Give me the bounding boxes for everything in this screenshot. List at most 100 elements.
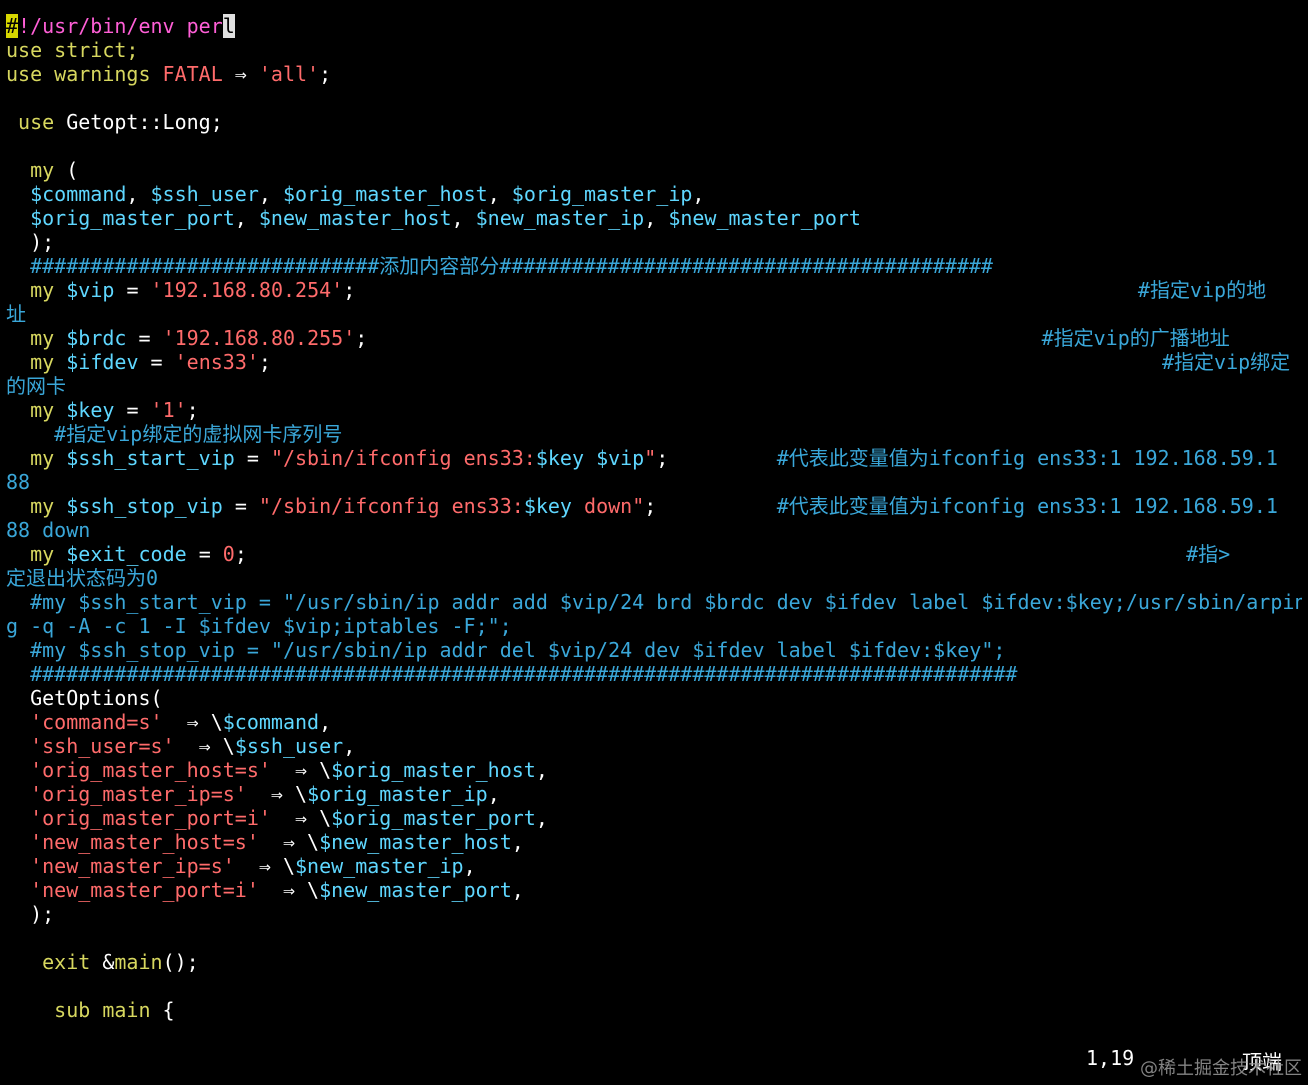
code-token: ;	[644, 494, 777, 518]
code-token: 'orig_master_host=s'	[30, 758, 271, 782]
code-token: ,	[692, 182, 705, 206]
code-token: ,	[511, 830, 524, 854]
code-line: use Getopt::Long;	[6, 110, 1302, 134]
code-line: my $ifdev = 'ens33'; #指定vip绑定	[6, 350, 1302, 374]
code-line: sub main {	[6, 998, 1302, 1022]
code-token: $command	[30, 182, 127, 206]
code-line: GetOptions(	[6, 686, 1302, 710]
code-token: ,	[487, 782, 500, 806]
code-token: 'orig_master_port=i'	[30, 806, 271, 830]
code-token: $vip	[596, 446, 645, 470]
code-line: my $vip = '192.168.80.254'; #指定vip的地	[6, 278, 1302, 302]
code-token: #!/usr/bin/env perl	[6, 14, 235, 38]
code-token: );	[6, 230, 55, 254]
code-token: $new_master_host	[258, 206, 452, 230]
code-token: #指定vip的广播地址	[1041, 326, 1230, 350]
code-token: 88	[6, 470, 31, 494]
code-token: #指定vip绑定的虚拟网卡序列号	[54, 422, 343, 446]
code-token: "/sbin/ifconfig ens33:	[258, 494, 524, 518]
code-token: ,	[644, 206, 669, 230]
code-token: =	[138, 350, 175, 374]
code-token: $brdc	[66, 326, 127, 350]
code-token: #############################添加内容部分#####…	[30, 254, 993, 278]
code-token: #代表此变量值为ifconfig ens33:1 192.168.59.1	[776, 446, 1278, 470]
code-token: Getopt::Long;	[54, 110, 223, 134]
code-token: my	[30, 158, 55, 182]
code-line: 88	[6, 470, 1302, 494]
code-token: main	[102, 998, 151, 1022]
code-token: $new_master_ip	[475, 206, 645, 230]
code-editor[interactable]: #!/usr/bin/env perl use strict; use warnin…	[6, 14, 1302, 1022]
code-token: =	[234, 446, 271, 470]
code-line: );	[6, 902, 1302, 926]
code-token: ,	[343, 734, 356, 758]
code-token: "/sbin/ifconfig ens33:	[270, 446, 536, 470]
code-line: 'orig_master_ip=s' ⇒ \$orig_master_ip,	[6, 782, 1302, 806]
code-token: $new_master_port	[319, 878, 512, 902]
code-token: my	[30, 542, 55, 566]
code-token: 'new_master_ip=s'	[30, 854, 235, 878]
code-token: ⇒ \	[246, 782, 308, 806]
code-token: $command	[222, 710, 320, 734]
code-token: {	[150, 998, 175, 1022]
code-token: $ssh_user	[150, 182, 259, 206]
code-token: ;	[343, 278, 1138, 302]
code-line: 'new_master_ip=s' ⇒ \$new_master_ip,	[6, 854, 1302, 878]
code-token: ,	[511, 878, 524, 902]
code-line: #my $ssh_start_vip = "/usr/sbin/ip addr …	[6, 590, 1302, 614]
code-token: 的网卡	[6, 374, 66, 398]
code-token: ⇒	[222, 62, 259, 86]
code-line: g -q -A -c 1 -I $ifdev $vip;iptables -F;…	[6, 614, 1302, 638]
code-token: #指定vip的地	[1137, 278, 1267, 302]
code-token: ,	[258, 182, 283, 206]
code-token: $ssh_stop_vip	[66, 494, 223, 518]
code-token: =	[126, 326, 163, 350]
code-token: $orig_master_host	[282, 182, 488, 206]
code-token: #my $ssh_start_vip = "/usr/sbin/ip addr …	[30, 590, 1302, 614]
code-token: my	[30, 398, 55, 422]
code-token: $exit_code	[66, 542, 187, 566]
cursor-position: 1,19	[1086, 1046, 1135, 1070]
code-token: ;	[186, 398, 199, 422]
code-token: sub	[54, 998, 91, 1022]
code-token: 'new_master_port=i'	[30, 878, 259, 902]
code-token: ⇒ \	[270, 806, 332, 830]
code-line: 'ssh_user=s' ⇒ \$ssh_user,	[6, 734, 1302, 758]
watermark: @稀土掘金技术社区	[1140, 1058, 1302, 1079]
code-line: 'orig_master_port=i' ⇒ \$orig_master_por…	[6, 806, 1302, 830]
code-token: ⇒ \	[234, 854, 296, 878]
code-token: ;	[319, 62, 332, 86]
code-line: 'new_master_host=s' ⇒ \$new_master_host,	[6, 830, 1302, 854]
code-line: );	[6, 230, 1302, 254]
code-token: $new_master_port	[668, 206, 861, 230]
code-token: use	[18, 110, 55, 134]
code-line: my $key = '1';	[6, 398, 1302, 422]
code-token: 址	[6, 302, 26, 326]
code-token: '192.168.80.255'	[162, 326, 356, 350]
code-token: #my $ssh_stop_vip = "/usr/sbin/ip addr d…	[30, 638, 1006, 662]
code-line: exit &main();	[6, 950, 1302, 974]
code-token: 'ens33'	[174, 350, 259, 374]
code-token: ,	[535, 806, 548, 830]
code-line: 址	[6, 302, 1302, 326]
code-line: #!/usr/bin/env perl	[6, 14, 1302, 38]
code-token: 定退出状态码为0	[6, 566, 159, 590]
code-token: ,	[451, 206, 476, 230]
code-token: $ifdev	[66, 350, 139, 374]
code-token: $orig_master_port	[30, 206, 235, 230]
